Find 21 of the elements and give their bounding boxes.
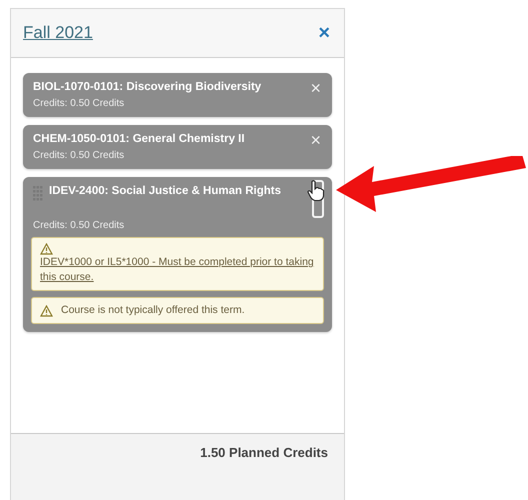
hand-cursor-icon xyxy=(307,180,325,202)
course-card[interactable]: CHEM-1050-0101: General Chemistry II × Credits: 0.50 Credits xyxy=(23,125,332,169)
remove-button[interactable]: × xyxy=(307,80,324,96)
close-button[interactable]: × xyxy=(316,22,332,44)
requisite-text: IDEV*1000 or IL5*1000 - Must be completed prior to taking this course. xyxy=(40,255,315,285)
requisite-link[interactable]: IDEV*1000 xyxy=(40,256,92,268)
warning-icon xyxy=(40,304,53,316)
course-title: CHEM-1050-0101: General Chemistry II xyxy=(33,132,246,147)
warning-text: Course is not typically offered this term. xyxy=(61,303,245,318)
warning-icon xyxy=(40,243,53,255)
requisite-link[interactable]: IL5*1000 xyxy=(107,256,150,268)
course-credits: Credits: 0.50 Credits xyxy=(33,98,126,109)
planned-credits: 1.50 Planned Credits xyxy=(200,445,328,460)
course-card[interactable]: IDEV-2400: Social Justice & Human Rights Credits: 0.50 Credits IDEV*1000 or IL5*1000 - Must be completed prior to taking this course. Course is not typically offered this term. xyxy=(23,177,332,332)
term-title-link[interactable]: Fall 2021 xyxy=(23,23,93,43)
course-title: BIOL-1070-0101: Discovering Biodiversity xyxy=(33,80,262,95)
course-title: IDEV-2400: Social Justice & Human Rights xyxy=(49,184,282,199)
remove-button[interactable]: × xyxy=(307,132,324,148)
course-card[interactable]: BIOL-1070-0101: Discovering Biodiversity × Credits: 0.50 Credits xyxy=(23,73,332,117)
course-credits: Credits: 0.50 Credits xyxy=(33,220,126,231)
course-credits: Credits: 0.50 Credits xyxy=(33,150,126,161)
